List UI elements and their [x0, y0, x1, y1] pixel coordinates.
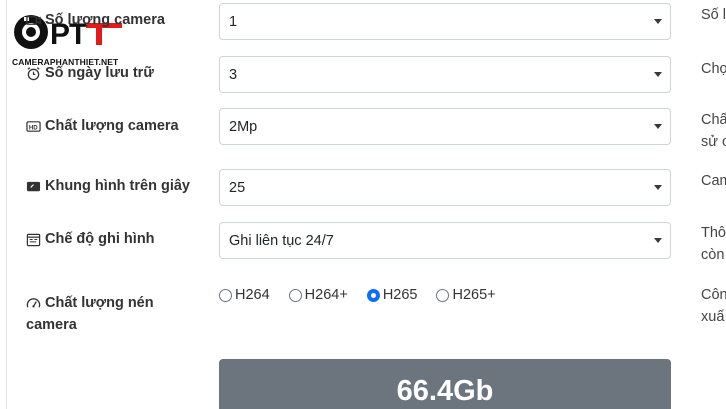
chevron-down-icon — [654, 72, 662, 77]
calendar-icon — [26, 232, 41, 247]
camera-count-select[interactable]: 1 — [219, 3, 671, 40]
radio-button-selected[interactable] — [366, 288, 380, 302]
storage-result: 66.4Gb — [219, 359, 671, 409]
video-frame-icon — [26, 179, 41, 194]
radio-button[interactable] — [436, 288, 450, 302]
record-mode-label: Chế độ ghi hình — [26, 231, 155, 247]
camera-quality-select[interactable]: 2Mp — [219, 108, 671, 145]
record-mode-select[interactable]: Ghi liên tục 24/7 — [219, 222, 671, 259]
hd-icon: HD — [26, 119, 41, 134]
camera-quality-label: HD Chất lượng camera — [26, 118, 179, 134]
radio-h265[interactable]: H265 — [366, 287, 417, 303]
content-border — [6, 0, 7, 409]
compression-label: Chất lượng nén camera — [26, 295, 154, 333]
camera-quality-description: Chấ sử c — [701, 112, 726, 150]
storage-days-description: Chọ — [701, 61, 726, 77]
radio-button[interactable] — [288, 288, 302, 302]
compression-radio-group: H264 H264+ H265 H265+ — [219, 287, 515, 303]
storage-days-label: Số ngày lưu trữ — [26, 65, 154, 81]
alarm-clock-icon — [26, 66, 41, 81]
compression-description: Côn xuấ — [701, 287, 726, 325]
frame-rate-label: Khung hình trên giây — [26, 178, 190, 194]
radio-h264[interactable]: H264 — [219, 287, 270, 303]
chevron-down-icon — [654, 19, 662, 24]
radio-h265-plus[interactable]: H265+ — [436, 287, 496, 303]
chevron-down-icon — [654, 238, 662, 243]
camera-count-label: Số lượng camera — [26, 12, 165, 28]
camera-icon — [26, 13, 41, 28]
frame-rate-select[interactable]: 25 — [219, 169, 671, 206]
speedometer-icon — [26, 296, 41, 311]
record-mode-description: Thô còn — [701, 225, 726, 263]
chevron-down-icon — [654, 185, 662, 190]
storage-days-select[interactable]: 3 — [219, 56, 671, 93]
frame-rate-description: Cam — [701, 173, 726, 189]
radio-button[interactable] — [219, 288, 232, 302]
radio-h264-plus[interactable]: H264+ — [288, 287, 348, 303]
camera-count-description: Số l — [701, 7, 726, 23]
svg-text:HD: HD — [29, 124, 38, 131]
chevron-down-icon — [654, 124, 662, 129]
